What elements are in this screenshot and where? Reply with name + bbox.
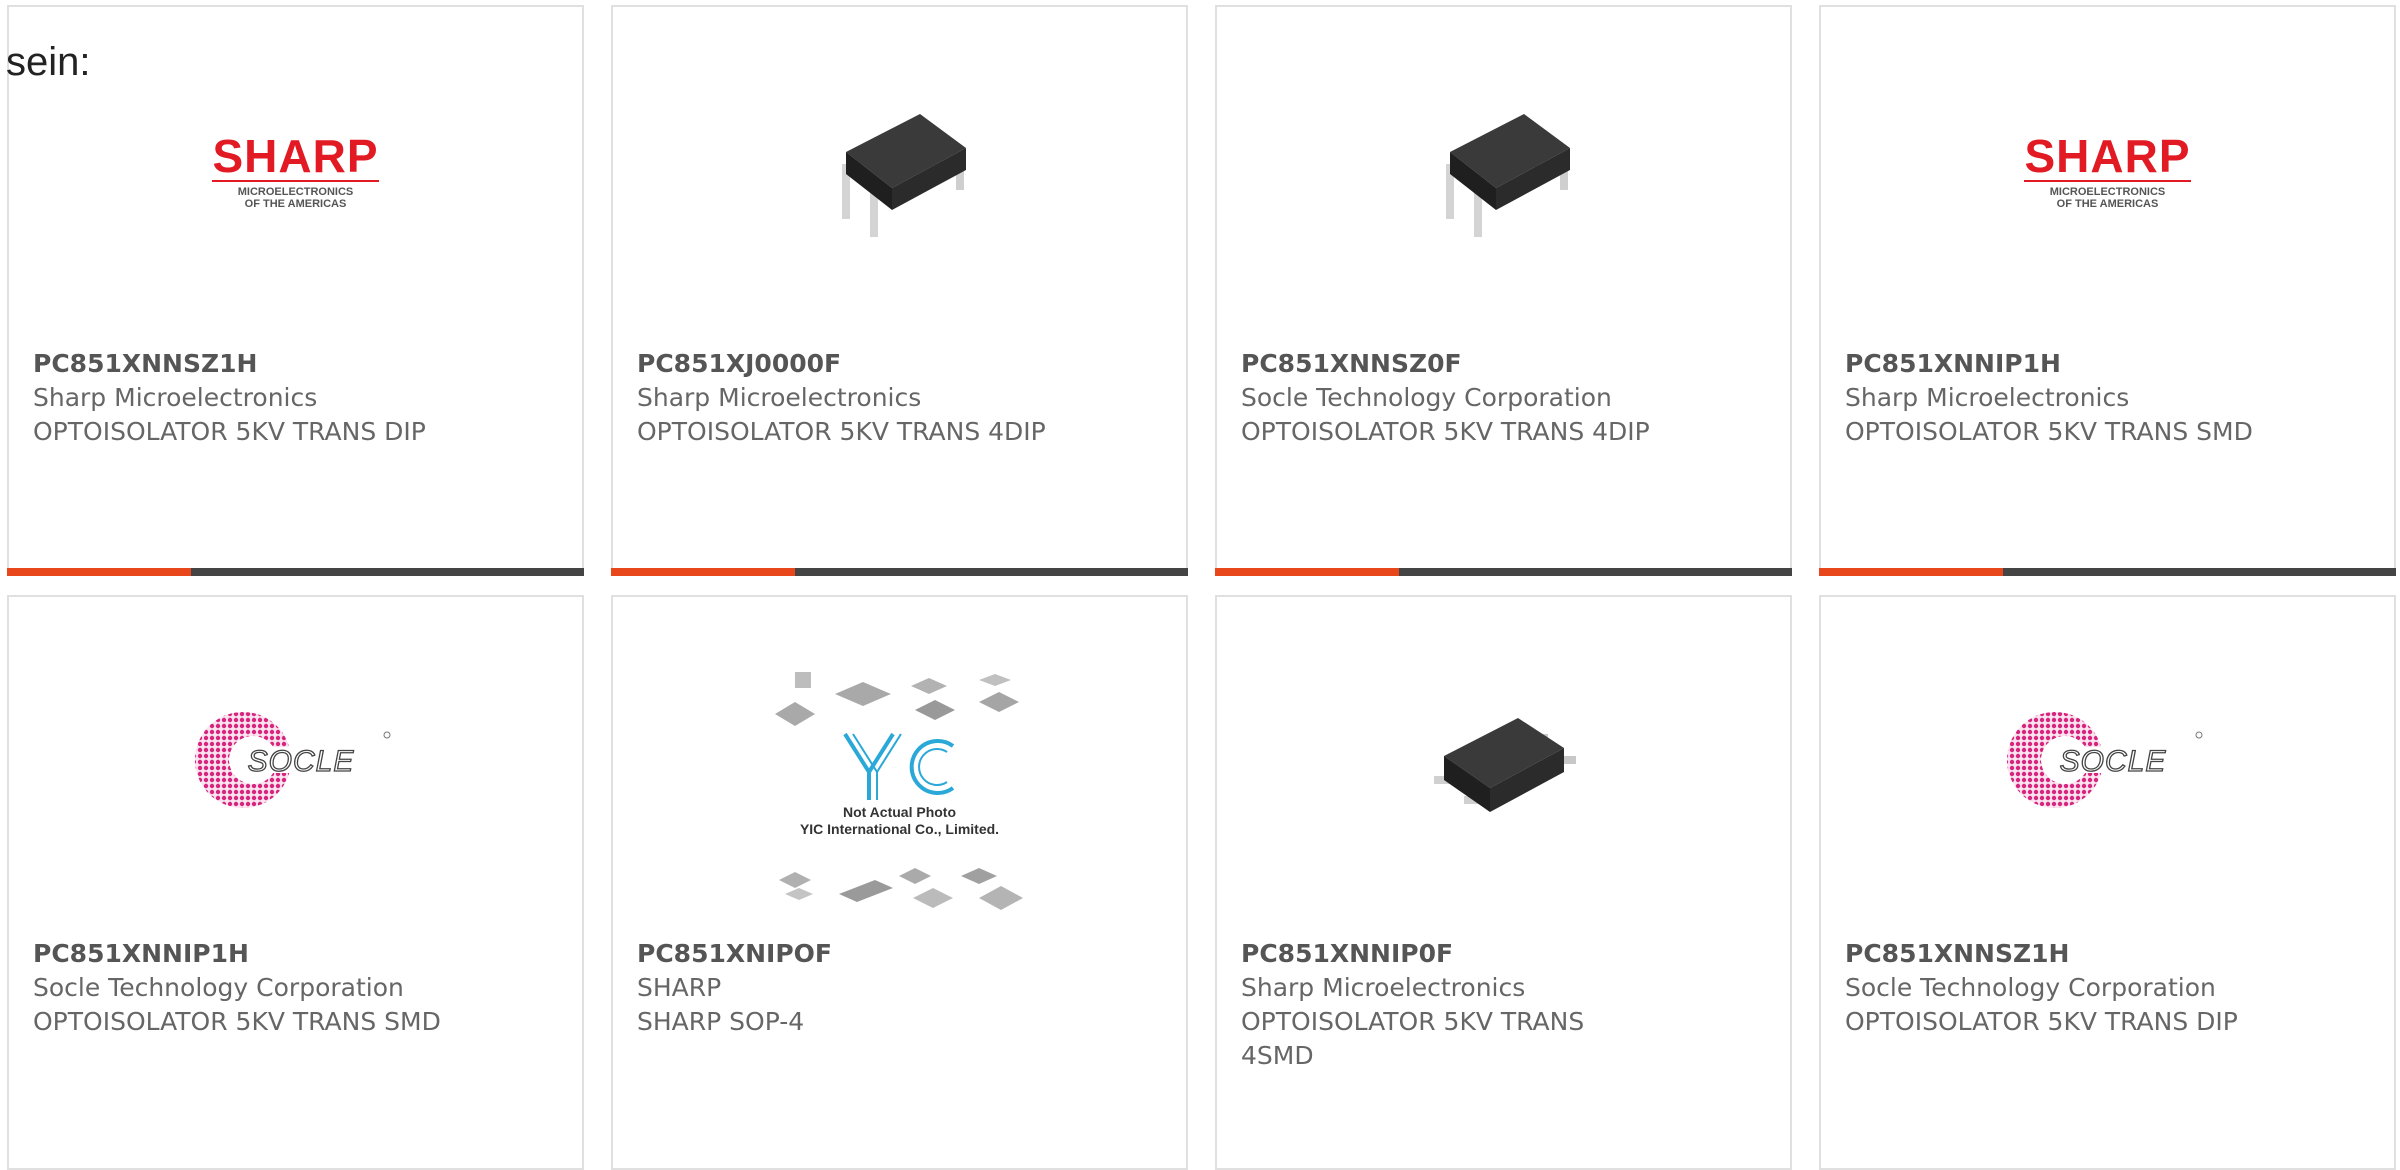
card-accent-bar xyxy=(611,568,1188,576)
part-number-link[interactable]: PC851XNNSZ1H xyxy=(33,347,558,381)
manufacturer: Socle Technology Corporation xyxy=(1241,383,1612,412)
description: OPTOISOLATOR 5KV TRANS 4DIP xyxy=(637,417,1046,446)
product-image xyxy=(1217,57,1790,287)
svg-text:SOCLE: SOCLE xyxy=(247,745,354,778)
sharp-logo: SHARP MICROELECTRONICS OF THE AMERICAS xyxy=(212,130,379,210)
description: OPTOISOLATOR 5KV TRANS DIP xyxy=(33,417,426,446)
product-card[interactable]: SHARP MICROELECTRONICS OF THE AMERICAS P… xyxy=(7,5,584,576)
socle-logo: SOCLE xyxy=(191,705,401,819)
manufacturer: Sharp Microelectronics xyxy=(1845,383,2130,412)
card-accent-bar xyxy=(7,568,584,576)
product-image xyxy=(613,57,1186,287)
product-card[interactable]: Not Actual Photo YIC International Co., … xyxy=(611,595,1188,1170)
part-number-link[interactable]: PC851XJ0000F xyxy=(637,347,1162,381)
product-card[interactable]: SOCLE PC851XNNSZ1H Socle Technology Corp… xyxy=(1819,595,2396,1170)
part-number-link[interactable]: PC851XNIPOF xyxy=(637,937,1162,971)
product-card[interactable]: SHARP MICROELECTRONICS OF THE AMERICAS P… xyxy=(1819,5,2396,576)
description: OPTOISOLATOR 5KV TRANS SMD xyxy=(33,1007,441,1036)
manufacturer: Sharp Microelectronics xyxy=(637,383,922,412)
product-card[interactable]: PC851XNNSZ0F Socle Technology Corporatio… xyxy=(1215,5,1792,576)
description: OPTOISOLATOR 5KV TRANS SMD xyxy=(1845,417,2253,446)
product-image: Not Actual Photo YIC International Co., … xyxy=(613,672,1186,912)
part-number-link[interactable]: PC851XNNSZ1H xyxy=(1845,937,2370,971)
card-accent-bar xyxy=(1819,568,2396,576)
yic-placeholder-image: Not Actual Photo YIC International Co., … xyxy=(765,672,1035,922)
manufacturer: SHARP xyxy=(637,973,722,1002)
product-image: SOCLE xyxy=(9,647,582,877)
product-image: SHARP MICROELECTRONICS OF THE AMERICAS xyxy=(9,57,582,287)
svg-text:SOCLE: SOCLE xyxy=(2059,745,2166,778)
card-accent-bar xyxy=(1215,568,1792,576)
smd-chip-photo xyxy=(1404,662,1604,862)
manufacturer: Socle Technology Corporation xyxy=(1845,973,2216,1002)
product-card[interactable]: PC851XJ0000F Sharp Microelectronics OPTO… xyxy=(611,5,1188,576)
product-card[interactable]: PC851XNNIP0F Sharp Microelectronics OPTO… xyxy=(1215,595,1792,1170)
product-image: SOCLE xyxy=(1821,647,2394,877)
lead-text: sein: xyxy=(6,40,91,84)
manufacturer: Socle Technology Corporation xyxy=(33,973,404,1002)
description: OPTOISOLATOR 5KV TRANS 4SMD xyxy=(1241,1007,1585,1070)
description: OPTOISOLATOR 5KV TRANS DIP xyxy=(1845,1007,2238,1036)
sharp-logo: SHARP MICROELECTRONICS OF THE AMERICAS xyxy=(2024,130,2191,210)
description: SHARP SOP-4 xyxy=(637,1007,805,1036)
manufacturer: Sharp Microelectronics xyxy=(1241,973,1526,1002)
manufacturer: Sharp Microelectronics xyxy=(33,383,318,412)
dip-chip-photo xyxy=(1404,72,1604,272)
product-card[interactable]: SOCLE PC851XNNIP1H Socle Technology Corp… xyxy=(7,595,584,1170)
yic-caption-line-1: Not Actual Photo xyxy=(842,804,957,820)
yic-caption-line-2: YIC International Co., Limited. xyxy=(799,821,1000,837)
description: OPTOISOLATOR 5KV TRANS 4DIP xyxy=(1241,417,1650,446)
part-number-link[interactable]: PC851XNNSZ0F xyxy=(1241,347,1766,381)
part-number-link[interactable]: PC851XNNIP1H xyxy=(33,937,558,971)
socle-logo: SOCLE xyxy=(2003,705,2213,819)
product-image xyxy=(1217,647,1790,877)
dip-chip-photo xyxy=(800,72,1000,272)
product-image: SHARP MICROELECTRONICS OF THE AMERICAS xyxy=(1821,57,2394,287)
part-number-link[interactable]: PC851XNNIP1H xyxy=(1845,347,2370,381)
part-number-link[interactable]: PC851XNNIP0F xyxy=(1241,937,1766,971)
